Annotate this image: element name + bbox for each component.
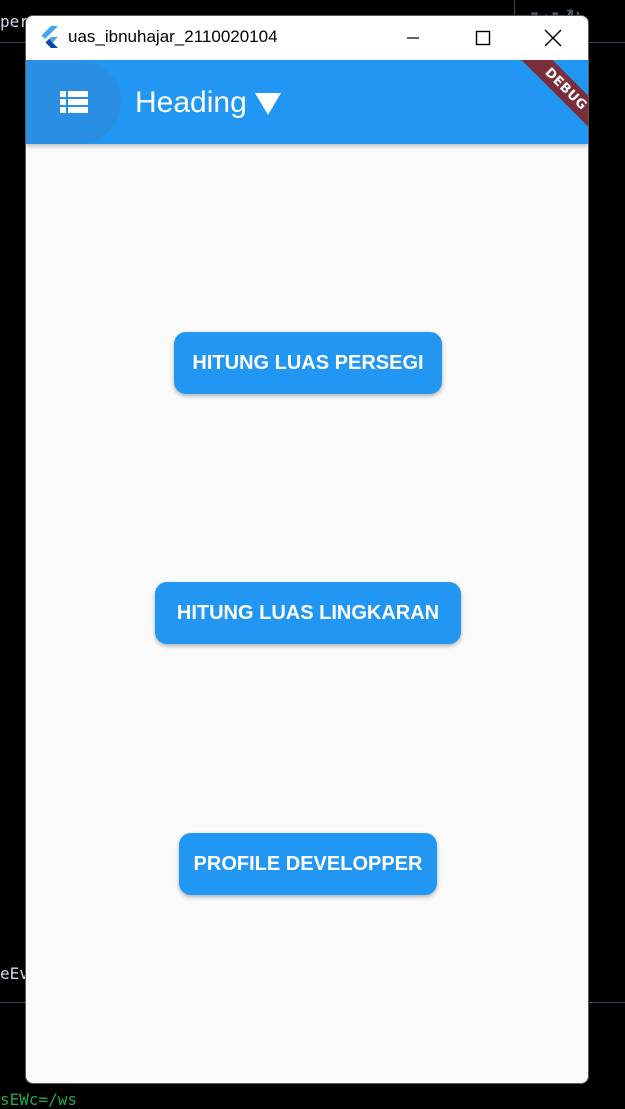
flutter-logo-icon — [41, 26, 58, 48]
list-icon — [59, 91, 88, 113]
profile-developper-button[interactable]: PROFILE DEVELOPPER — [179, 833, 437, 895]
heading-dropdown[interactable]: Heading — [135, 86, 281, 120]
close-icon — [544, 29, 562, 47]
minimize-button[interactable] — [390, 16, 436, 60]
hitung-luas-lingkaran-button[interactable]: HITUNG LUAS LINGKARAN — [155, 582, 461, 644]
hitung-luas-persegi-button[interactable]: HITUNG LUAS PERSEGI — [174, 332, 442, 394]
close-button[interactable] — [530, 16, 576, 60]
page-title: Heading — [135, 86, 247, 119]
debug-banner: DEBUG — [508, 60, 588, 144]
minimize-icon — [407, 37, 419, 39]
window-title: uas_ibnuhajar_2110020104 — [68, 27, 278, 46]
maximize-button[interactable] — [460, 16, 506, 60]
bg-code-fragment-bottom: sEWc=/ws — [0, 1090, 78, 1109]
triangle-down-icon — [254, 93, 281, 115]
window-titlebar[interactable]: uas_ibnuhajar_2110020104 — [26, 16, 588, 60]
menu-button[interactable] — [26, 60, 121, 144]
main-content: HITUNG LUAS PERSEGI HITUNG LUAS LINGKARA… — [26, 144, 588, 1083]
app-bar: Heading DEBUG — [26, 60, 588, 144]
maximize-icon — [475, 30, 491, 46]
app-window: uas_ibnuhajar_2110020104 Heading DEBUG H… — [25, 15, 589, 1084]
